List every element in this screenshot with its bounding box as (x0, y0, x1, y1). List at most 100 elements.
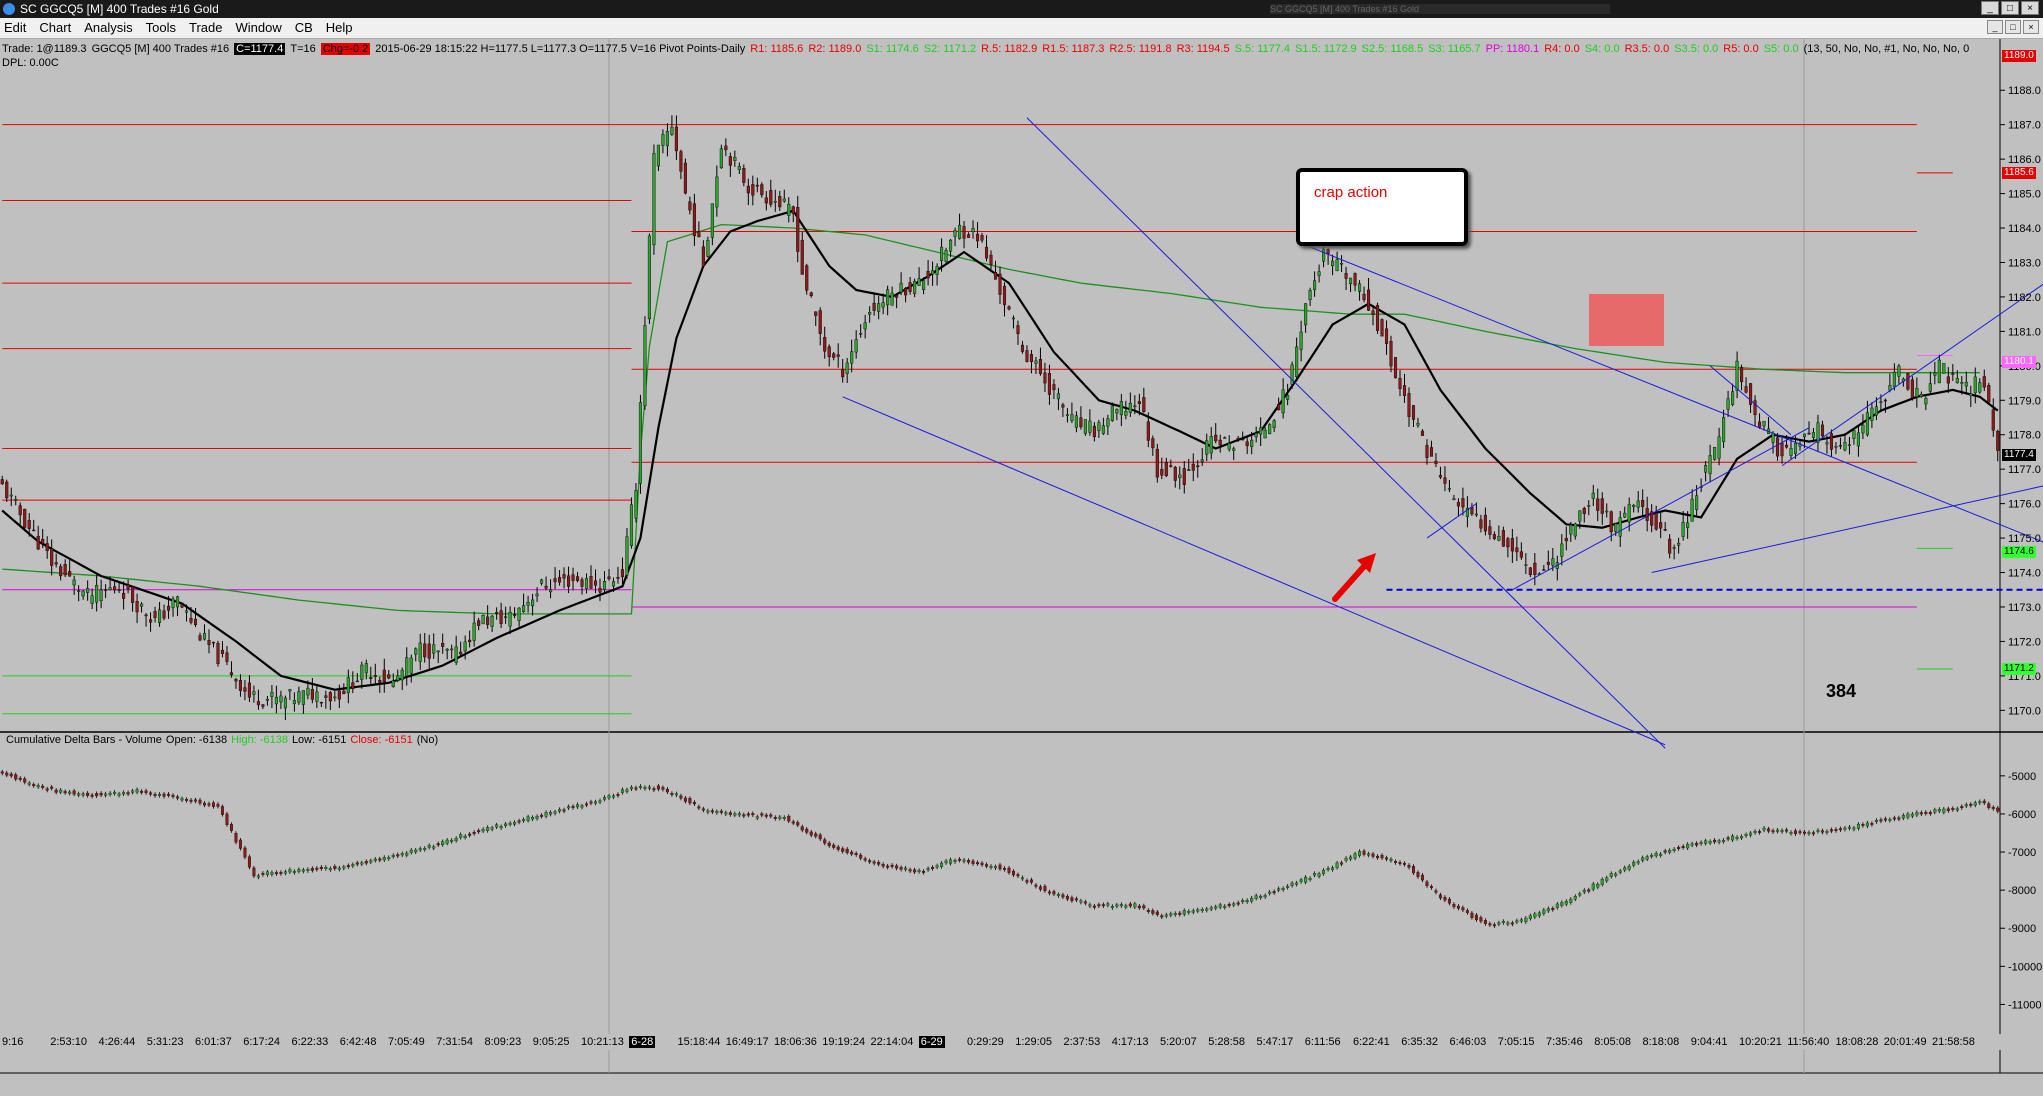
candle-body (355, 680, 359, 683)
candle-body (504, 616, 508, 618)
delta-bar (1358, 851, 1362, 856)
candle-body (220, 649, 225, 654)
price-tick-label: 1174.0 (2008, 568, 2041, 580)
time-axis-label: 18:06:36 (774, 1036, 817, 1048)
delta-bar (1780, 830, 1784, 832)
candle-body (382, 669, 386, 683)
candle-body (1681, 522, 1685, 537)
candle-body (1322, 249, 1326, 262)
candle-body (890, 292, 894, 306)
delta-bar (1807, 832, 1811, 835)
candle-body (1326, 249, 1330, 254)
candle-body (1223, 437, 1227, 439)
candle-body (886, 289, 890, 306)
candle-body (328, 692, 332, 702)
delta-bar (144, 790, 148, 793)
close-button[interactable]: × (2021, 1, 2039, 15)
chart-canvas[interactable]: 1170.01171.01172.01173.01174.01175.01176… (0, 39, 2043, 1096)
chart-area[interactable]: 1170.0 1171.0 1172.0 1173.0 1174.0 1175.0 1176… (0, 39, 2043, 1096)
candle-body (153, 611, 157, 618)
delta-bar (1061, 894, 1065, 898)
delta-bar (1987, 803, 1991, 808)
menu-trade[interactable]: Trade (185, 20, 231, 35)
candle-body (863, 322, 867, 330)
mdi-restore-button[interactable]: □ (2005, 20, 2021, 34)
mdi-minimize-button[interactable]: _ (1987, 20, 2003, 34)
candle-body (558, 576, 562, 583)
info-item: PP: 1180.1 (1485, 43, 1540, 55)
maximize-button[interactable]: □ (2001, 1, 2019, 15)
delta-bar (1794, 830, 1798, 835)
time-axis-label: 10:20:21 (1739, 1036, 1782, 1048)
candle-body (616, 576, 620, 579)
menu-analysis[interactable]: Analysis (80, 20, 141, 35)
delta-bar (1394, 861, 1398, 863)
delta-bar (167, 793, 171, 796)
delta-bar (1034, 884, 1038, 887)
delta-bar (1420, 874, 1424, 881)
candle-body (1331, 260, 1335, 266)
delta-bar (827, 842, 831, 847)
delta-bar (953, 860, 957, 862)
delta-bar (342, 866, 346, 869)
mdi-close-button[interactable]: × (2023, 20, 2039, 34)
candle-body (737, 166, 741, 170)
menu-help[interactable]: Help (322, 20, 362, 35)
delta-bar (908, 869, 912, 872)
candle-body (1020, 344, 1025, 352)
candle-body (1789, 448, 1793, 456)
delta-bar (607, 795, 611, 799)
delta-bar (1704, 840, 1708, 844)
candle-body (611, 581, 616, 587)
callout-box[interactable]: crap action (1296, 168, 1468, 246)
candle-body (634, 490, 638, 519)
bar-count: 384 (1826, 681, 1857, 701)
delta-bar (9, 773, 13, 777)
menu-edit[interactable]: Edit (0, 20, 35, 35)
time-axis-label: 6:35:32 (1401, 1036, 1438, 1048)
delta-bar (1762, 827, 1766, 831)
menu-window[interactable]: Window (231, 20, 290, 35)
candle-body (832, 353, 836, 358)
candle-body (1924, 398, 1928, 405)
delta-tick-label: -7000 (2008, 847, 2036, 859)
candle-body (1191, 463, 1195, 471)
delta-bar (643, 787, 647, 789)
info-bar: Trade: 1@1189.3 GGCQ5 [M] 400 Trades #16 C… (2, 43, 1974, 55)
candle-body (540, 579, 544, 584)
app-icon (3, 3, 15, 15)
candle-body (913, 280, 917, 294)
delta-bar (1038, 886, 1042, 890)
candle-body (360, 664, 364, 680)
delta-bar (1690, 843, 1694, 846)
candle-body (472, 622, 476, 641)
menu-tools[interactable]: Tools (142, 20, 185, 35)
candle-body (1964, 381, 1968, 387)
candle-body (252, 691, 256, 695)
delta-bar (32, 784, 36, 787)
candle-body (1784, 444, 1789, 448)
info-item: R1: 1185.6 (750, 43, 804, 55)
candle-body (243, 687, 247, 692)
menu-cb[interactable]: CB (291, 20, 322, 35)
minimize-button[interactable]: _ (1981, 1, 1999, 15)
delta-bar (1533, 913, 1537, 918)
delta-bar (369, 860, 373, 863)
delta-bar (1479, 917, 1483, 922)
info-item: R1.5: 1187.3 (1042, 43, 1105, 55)
candle-body (414, 648, 418, 655)
study-item: (No) (416, 734, 439, 746)
delta-bar (1569, 898, 1573, 903)
delta-bar (1861, 824, 1865, 826)
menu-chart[interactable]: Chart (35, 20, 80, 35)
highlight-rectangle (1589, 294, 1664, 346)
delta-bar (1591, 883, 1595, 890)
delta-bar (1686, 843, 1690, 849)
candle-body (1919, 394, 1923, 397)
candle-body (1506, 538, 1510, 548)
delta-bar (1065, 896, 1069, 900)
candle-body (1906, 373, 1910, 390)
candle-body (544, 585, 548, 589)
candle-body (1074, 415, 1078, 428)
candle-body (1340, 263, 1344, 265)
